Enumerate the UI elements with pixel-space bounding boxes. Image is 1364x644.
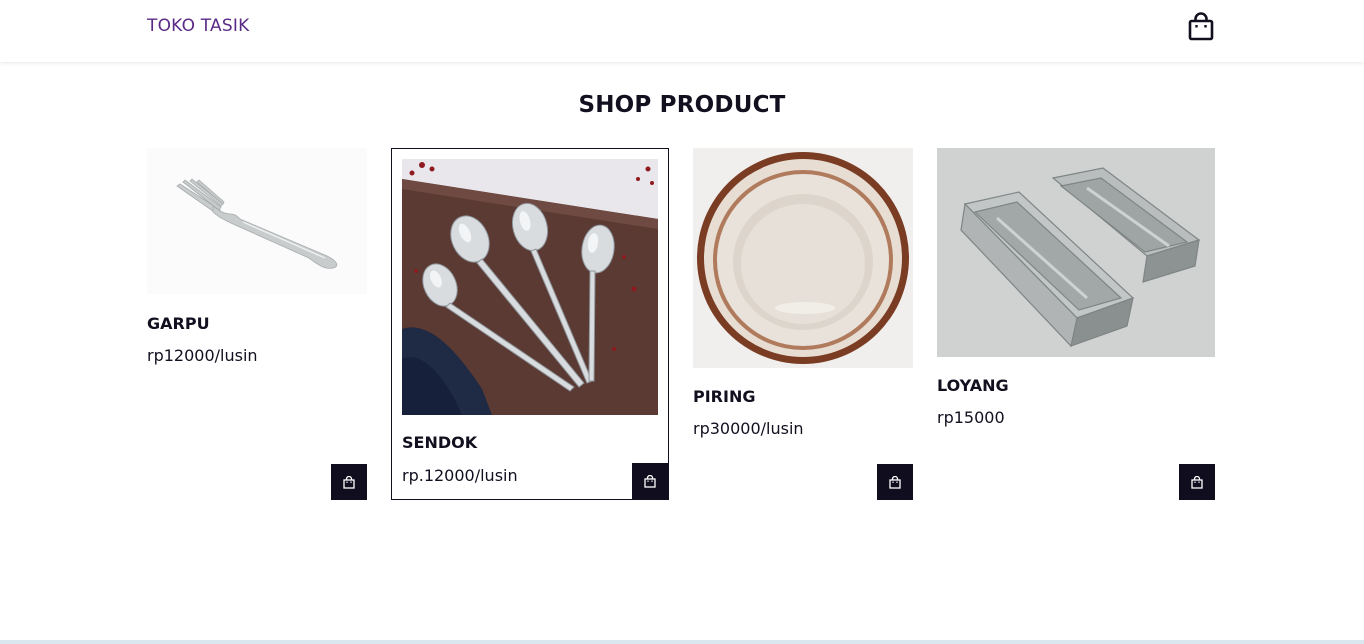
shopping-bag-icon (1188, 12, 1214, 41)
product-name: PIRING (693, 387, 756, 406)
product-price: rp15000 (937, 408, 1005, 427)
add-to-cart-button[interactable] (331, 464, 367, 500)
spoons-image[interactable] (402, 159, 658, 415)
add-to-cart-button[interactable] (1179, 464, 1215, 500)
product-card-garpu: GARPU rp12000/lusin (147, 148, 367, 500)
product-name: LOYANG (937, 376, 1009, 395)
shopping-bag-icon (644, 474, 656, 488)
baking-pan-image[interactable] (937, 148, 1215, 357)
product-card-sendok: SENDOK rp.12000/lusin (391, 148, 669, 500)
product-price: rp12000/lusin (147, 346, 258, 365)
product-name: SENDOK (402, 433, 478, 452)
fork-image[interactable] (147, 148, 367, 294)
product-name: GARPU (147, 314, 210, 333)
shopping-bag-icon (343, 475, 355, 489)
product-price: rp.12000/lusin (402, 466, 518, 485)
product-price: rp30000/lusin (693, 419, 804, 438)
shopping-bag-icon (1191, 475, 1203, 489)
add-to-cart-button[interactable] (877, 464, 913, 500)
add-to-cart-button[interactable] (632, 463, 668, 499)
navbar: TOKO TASIK (0, 0, 1364, 62)
brand-link[interactable]: TOKO TASIK (147, 16, 249, 36)
product-card-piring: PIRING rp30000/lusin (693, 148, 913, 500)
plate-image[interactable] (693, 148, 913, 368)
product-card-loyang: LOYANG rp15000 (937, 148, 1215, 500)
cart-button[interactable] (1187, 12, 1215, 42)
shopping-bag-icon (889, 475, 901, 489)
page-title: SHOP PRODUCT (578, 92, 786, 118)
footer-divider (0, 640, 1364, 644)
